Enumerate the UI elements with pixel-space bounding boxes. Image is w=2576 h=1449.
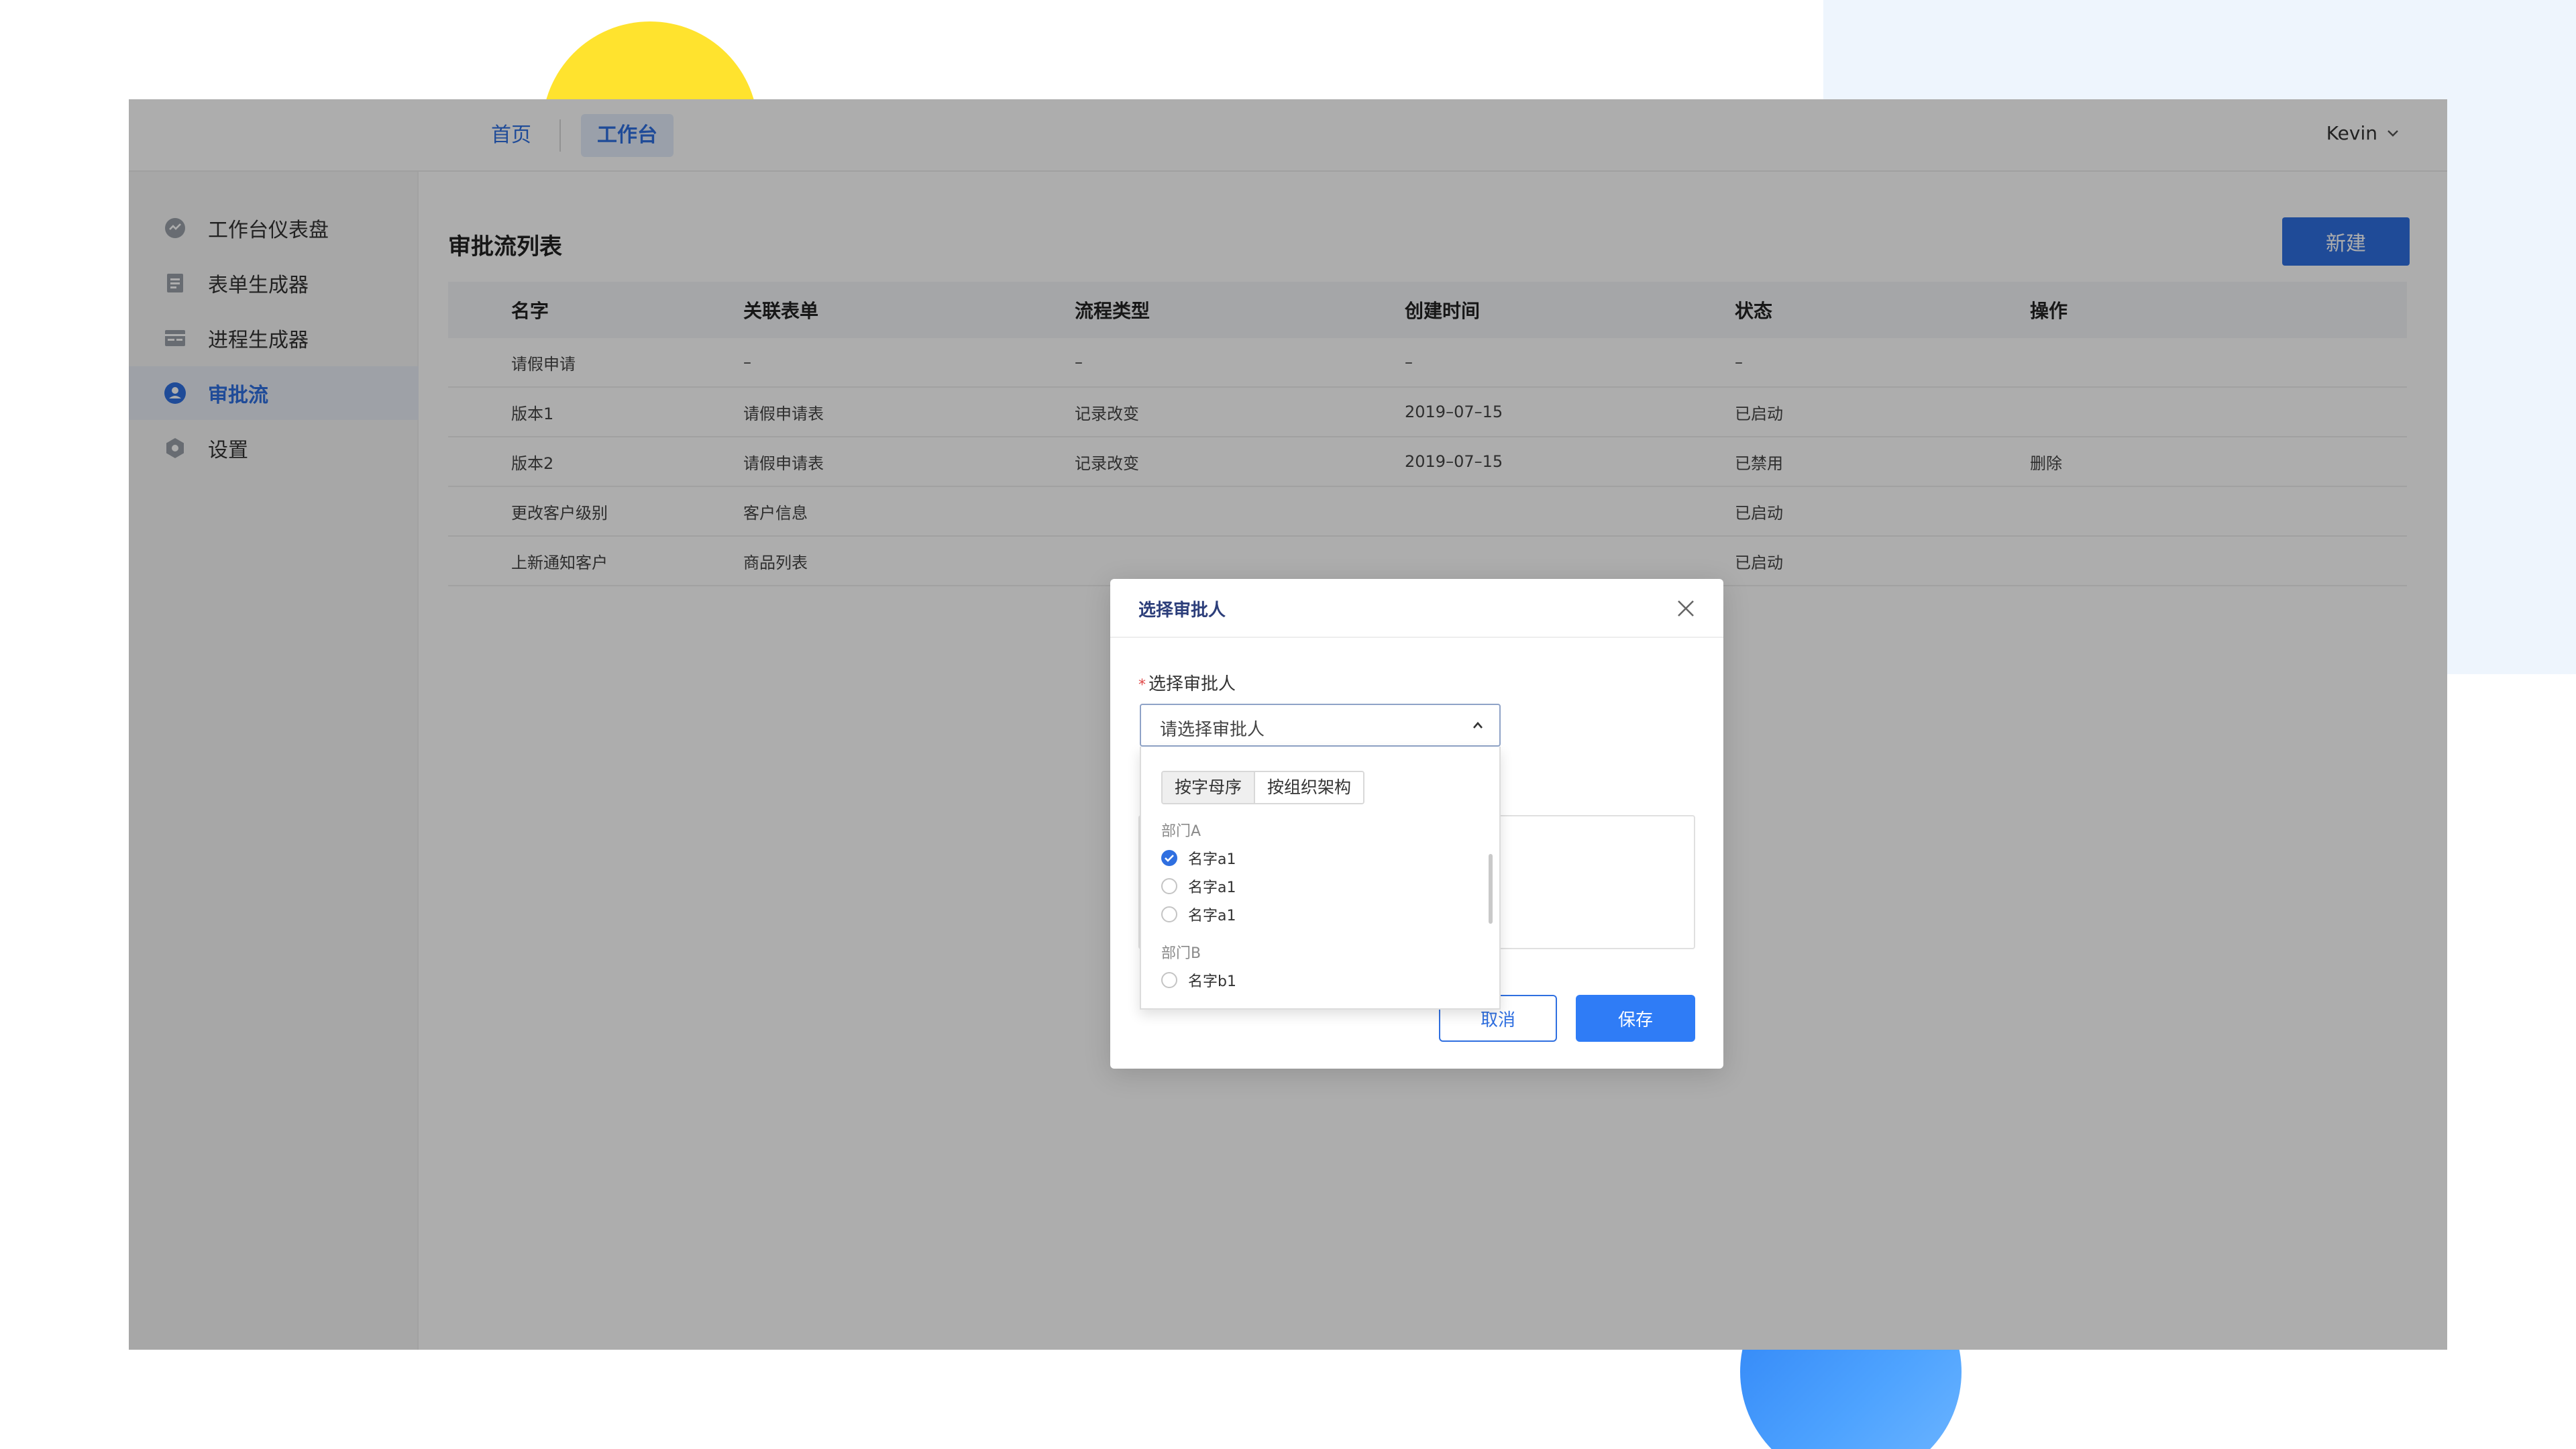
- close-icon[interactable]: [1672, 595, 1699, 622]
- field-label-text: 选择审批人: [1148, 674, 1236, 694]
- app-window: 首页 工作台 Kevin 工作台仪表盘 表单生成器 进程生成器 审批流 设置 审…: [129, 99, 2447, 1350]
- sort-alphabetical-button[interactable]: 按字母序: [1163, 772, 1254, 803]
- sort-mode-toggle: 按字母序 按组织架构: [1161, 771, 1365, 804]
- chevron-up-icon: [1473, 722, 1483, 729]
- select-approver-dialog: 选择审批人 * 选择审批人 请选择审批人 取消 保存 按字母序 按组织架构 部门…: [1110, 579, 1723, 1069]
- approver-option[interactable]: 名字b1: [1161, 969, 1236, 991]
- sort-organization-button[interactable]: 按组织架构: [1254, 772, 1364, 803]
- group-label: 部门B: [1161, 945, 1201, 962]
- required-mark: *: [1138, 677, 1146, 694]
- option-label: 名字a1: [1188, 879, 1236, 896]
- approver-field-label: * 选择审批人: [1138, 670, 1236, 695]
- save-button[interactable]: 保存: [1576, 995, 1695, 1042]
- option-label: 名字a1: [1188, 908, 1236, 924]
- dialog-title: 选择审批人: [1138, 600, 1226, 621]
- approver-option[interactable]: 名字a1: [1161, 904, 1236, 925]
- screen: 首页 工作台 Kevin 工作台仪表盘 表单生成器 进程生成器 审批流 设置 审…: [0, 0, 2576, 1449]
- radio-circle-icon: [1161, 878, 1177, 894]
- approver-dropdown: 按字母序 按组织架构 部门A 名字a1 名字a1 名字a1 部门B 名字b1: [1140, 747, 1501, 1010]
- check-circle-icon: [1161, 850, 1177, 866]
- dropdown-scrollbar[interactable]: [1489, 854, 1493, 924]
- dialog-header: 选择审批人: [1110, 579, 1723, 638]
- approver-option[interactable]: 名字a1: [1161, 875, 1236, 897]
- approver-option[interactable]: 名字a1: [1161, 847, 1236, 869]
- select-placeholder: 请选择审批人: [1160, 720, 1265, 740]
- option-label: 名字b1: [1188, 973, 1236, 990]
- group-label: 部门A: [1161, 823, 1201, 840]
- option-label: 名字a1: [1188, 851, 1236, 868]
- radio-circle-icon: [1161, 906, 1177, 922]
- approver-select[interactable]: 请选择审批人: [1140, 704, 1501, 747]
- radio-circle-icon: [1161, 972, 1177, 988]
